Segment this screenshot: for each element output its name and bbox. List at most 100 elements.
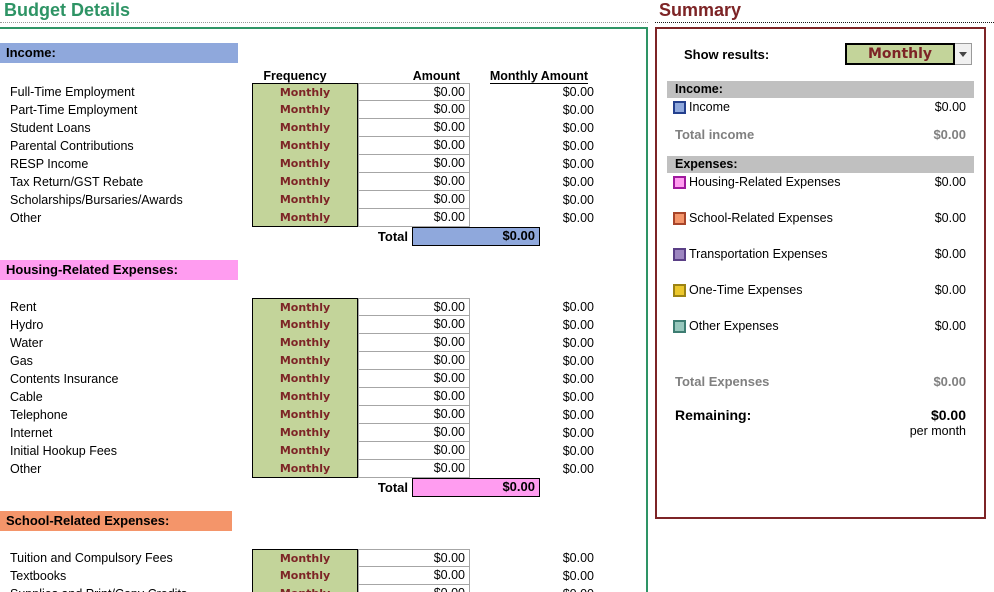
show-results-dropdown[interactable]: Monthly (845, 43, 972, 65)
frequency-select[interactable]: Monthly (252, 460, 358, 478)
summary-item-label: Housing-Related Expenses (689, 175, 841, 189)
monthly-amount-value: $0.00 (562, 426, 594, 440)
table-row: Telephone Monthly $0.00 $0.00 (0, 406, 646, 424)
frequency-select[interactable]: Monthly (252, 137, 358, 155)
monthly-amount-value: $0.00 (562, 390, 594, 404)
frequency-select[interactable]: Monthly (252, 298, 358, 316)
row-label: Rent (10, 300, 37, 314)
summary-item-label: School-Related Expenses (689, 211, 833, 225)
frequency-select[interactable]: Monthly (252, 406, 358, 424)
frequency-select[interactable]: Monthly (252, 173, 358, 191)
legend-swatch-icon (673, 319, 686, 333)
amount-input[interactable]: $0.00 (358, 155, 470, 173)
table-row: Part-Time Employment Monthly $0.00 $0.00 (0, 101, 646, 119)
amount-input[interactable]: $0.00 (358, 83, 470, 101)
summary-list-item: Housing-Related Expenses $0.00 (667, 173, 974, 191)
table-row: RESP Income Monthly $0.00 $0.00 (0, 155, 646, 173)
summary-title: Summary (659, 0, 742, 20)
monthly-amount-value: $0.00 (562, 175, 594, 189)
table-row: Initial Hookup Fees Monthly $0.00 $0.00 (0, 442, 646, 460)
frequency-select[interactable]: Monthly (252, 334, 358, 352)
row-label: Telephone (10, 408, 68, 422)
remaining-period: per month (909, 424, 966, 438)
summary-list-item: School-Related Expenses $0.00 (667, 209, 974, 227)
frequency-select[interactable]: Monthly (252, 316, 358, 334)
frequency-select[interactable]: Monthly (252, 191, 358, 209)
section-header: Income: (0, 43, 238, 63)
amount-input[interactable]: $0.00 (358, 334, 470, 352)
table-row: Gas Monthly $0.00 $0.00 (0, 352, 646, 370)
chevron-down-icon[interactable] (955, 43, 972, 65)
amount-input[interactable]: $0.00 (358, 370, 470, 388)
frequency-select[interactable]: Monthly (252, 424, 358, 442)
amount-input[interactable]: $0.00 (358, 119, 470, 137)
amount-input[interactable]: $0.00 (358, 460, 470, 478)
amount-input[interactable]: $0.00 (358, 388, 470, 406)
frequency-select[interactable]: Monthly (252, 442, 358, 460)
amount-input[interactable]: $0.00 (358, 137, 470, 155)
table-row: Parental Contributions Monthly $0.00 $0.00 (0, 137, 646, 155)
amount-input[interactable]: $0.00 (358, 585, 470, 592)
row-label: Other (10, 462, 42, 476)
amount-input[interactable]: $0.00 (358, 549, 470, 567)
amount-input[interactable]: $0.00 (358, 173, 470, 191)
show-results-selected-value[interactable]: Monthly (845, 43, 955, 65)
frequency-select[interactable]: Monthly (252, 83, 358, 101)
amount-input[interactable]: $0.00 (358, 298, 470, 316)
amount-input[interactable]: $0.00 (358, 316, 470, 334)
budget-worksheet-page: Budget Details Summary Income: Frequency A… (0, 0, 994, 592)
budget-details-panel: Income: Frequency Amount Monthly Amount Full… (0, 27, 648, 592)
amount-input[interactable]: $0.00 (358, 424, 470, 442)
row-label: Scholarships/Bursaries/Awards (10, 193, 183, 207)
column-header-amount: Amount (412, 69, 460, 83)
monthly-amount-value: $0.00 (562, 121, 594, 135)
frequency-select[interactable]: Monthly (252, 370, 358, 388)
amount-input[interactable]: $0.00 (358, 101, 470, 119)
monthly-amount-value: $0.00 (562, 462, 594, 476)
table-row: Rent Monthly $0.00 $0.00 (0, 298, 646, 316)
table-row: Other Monthly $0.00 $0.00 (0, 460, 646, 478)
remaining-value: $0.00 (930, 407, 966, 423)
table-row: Other Monthly $0.00 $0.00 (0, 209, 646, 227)
page-title: Budget Details (4, 0, 131, 20)
row-label: RESP Income (10, 157, 89, 171)
frequency-select[interactable]: Monthly (252, 209, 358, 227)
section-total-value: $0.00 (412, 478, 540, 497)
frequency-select[interactable]: Monthly (252, 155, 358, 173)
table-row: Full-Time Employment Monthly $0.00 $0.00 (0, 83, 646, 101)
monthly-amount-value: $0.00 (562, 551, 594, 565)
frequency-select[interactable]: Monthly (252, 585, 358, 592)
summary-income-rows: Income $0.00 (667, 98, 974, 116)
amount-input[interactable]: $0.00 (358, 442, 470, 460)
column-header-row: Frequency Amount Monthly Amount (0, 63, 646, 84)
amount-input[interactable]: $0.00 (358, 209, 470, 227)
summary-title-divider (655, 22, 994, 23)
budget-details-title-bar: Budget Details (0, 0, 648, 24)
summary-total-income-label: Total income (675, 126, 755, 142)
summary-list-item: Other Expenses $0.00 (667, 317, 974, 335)
monthly-amount-value: $0.00 (562, 336, 594, 350)
table-row: Internet Monthly $0.00 $0.00 (0, 424, 646, 442)
show-results-label: Show results: (684, 46, 770, 62)
frequency-select[interactable]: Monthly (252, 549, 358, 567)
amount-input[interactable]: $0.00 (358, 191, 470, 209)
summary-total-expenses-row: Total Expenses $0.00 (667, 371, 974, 391)
legend-swatch-icon (673, 247, 686, 261)
amount-input[interactable]: $0.00 (358, 406, 470, 424)
row-label: Gas (10, 354, 33, 368)
summary-income-header: Income: (667, 81, 974, 98)
frequency-select[interactable]: Monthly (252, 101, 358, 119)
frequency-select[interactable]: Monthly (252, 352, 358, 370)
table-row: Water Monthly $0.00 $0.00 (0, 334, 646, 352)
section-total-value: $0.00 (412, 227, 540, 246)
amount-input[interactable]: $0.00 (358, 352, 470, 370)
frequency-select[interactable]: Monthly (252, 388, 358, 406)
column-header-frequency: Frequency (263, 69, 327, 83)
monthly-amount-value: $0.00 (562, 354, 594, 368)
row-label: Other (10, 211, 42, 225)
monthly-amount-value: $0.00 (562, 569, 594, 583)
frequency-select[interactable]: Monthly (252, 567, 358, 585)
amount-input[interactable]: $0.00 (358, 567, 470, 585)
row-label: Water (10, 336, 43, 350)
frequency-select[interactable]: Monthly (252, 119, 358, 137)
